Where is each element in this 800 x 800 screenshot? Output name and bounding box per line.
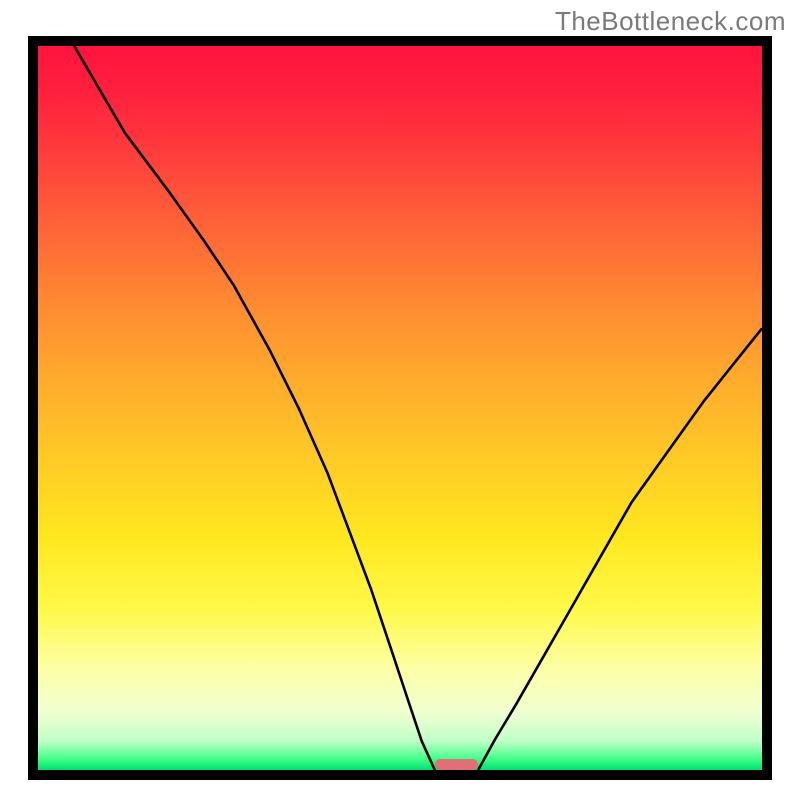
chart-frame: TheBottleneck.com (0, 0, 800, 800)
curve-overlay (38, 46, 762, 770)
bottleneck-marker (435, 759, 478, 770)
chart-outer-box (28, 36, 772, 780)
left-curve (74, 46, 435, 770)
right-curve (478, 328, 762, 770)
watermark-text: TheBottleneck.com (555, 6, 786, 37)
plot-area (38, 46, 762, 770)
